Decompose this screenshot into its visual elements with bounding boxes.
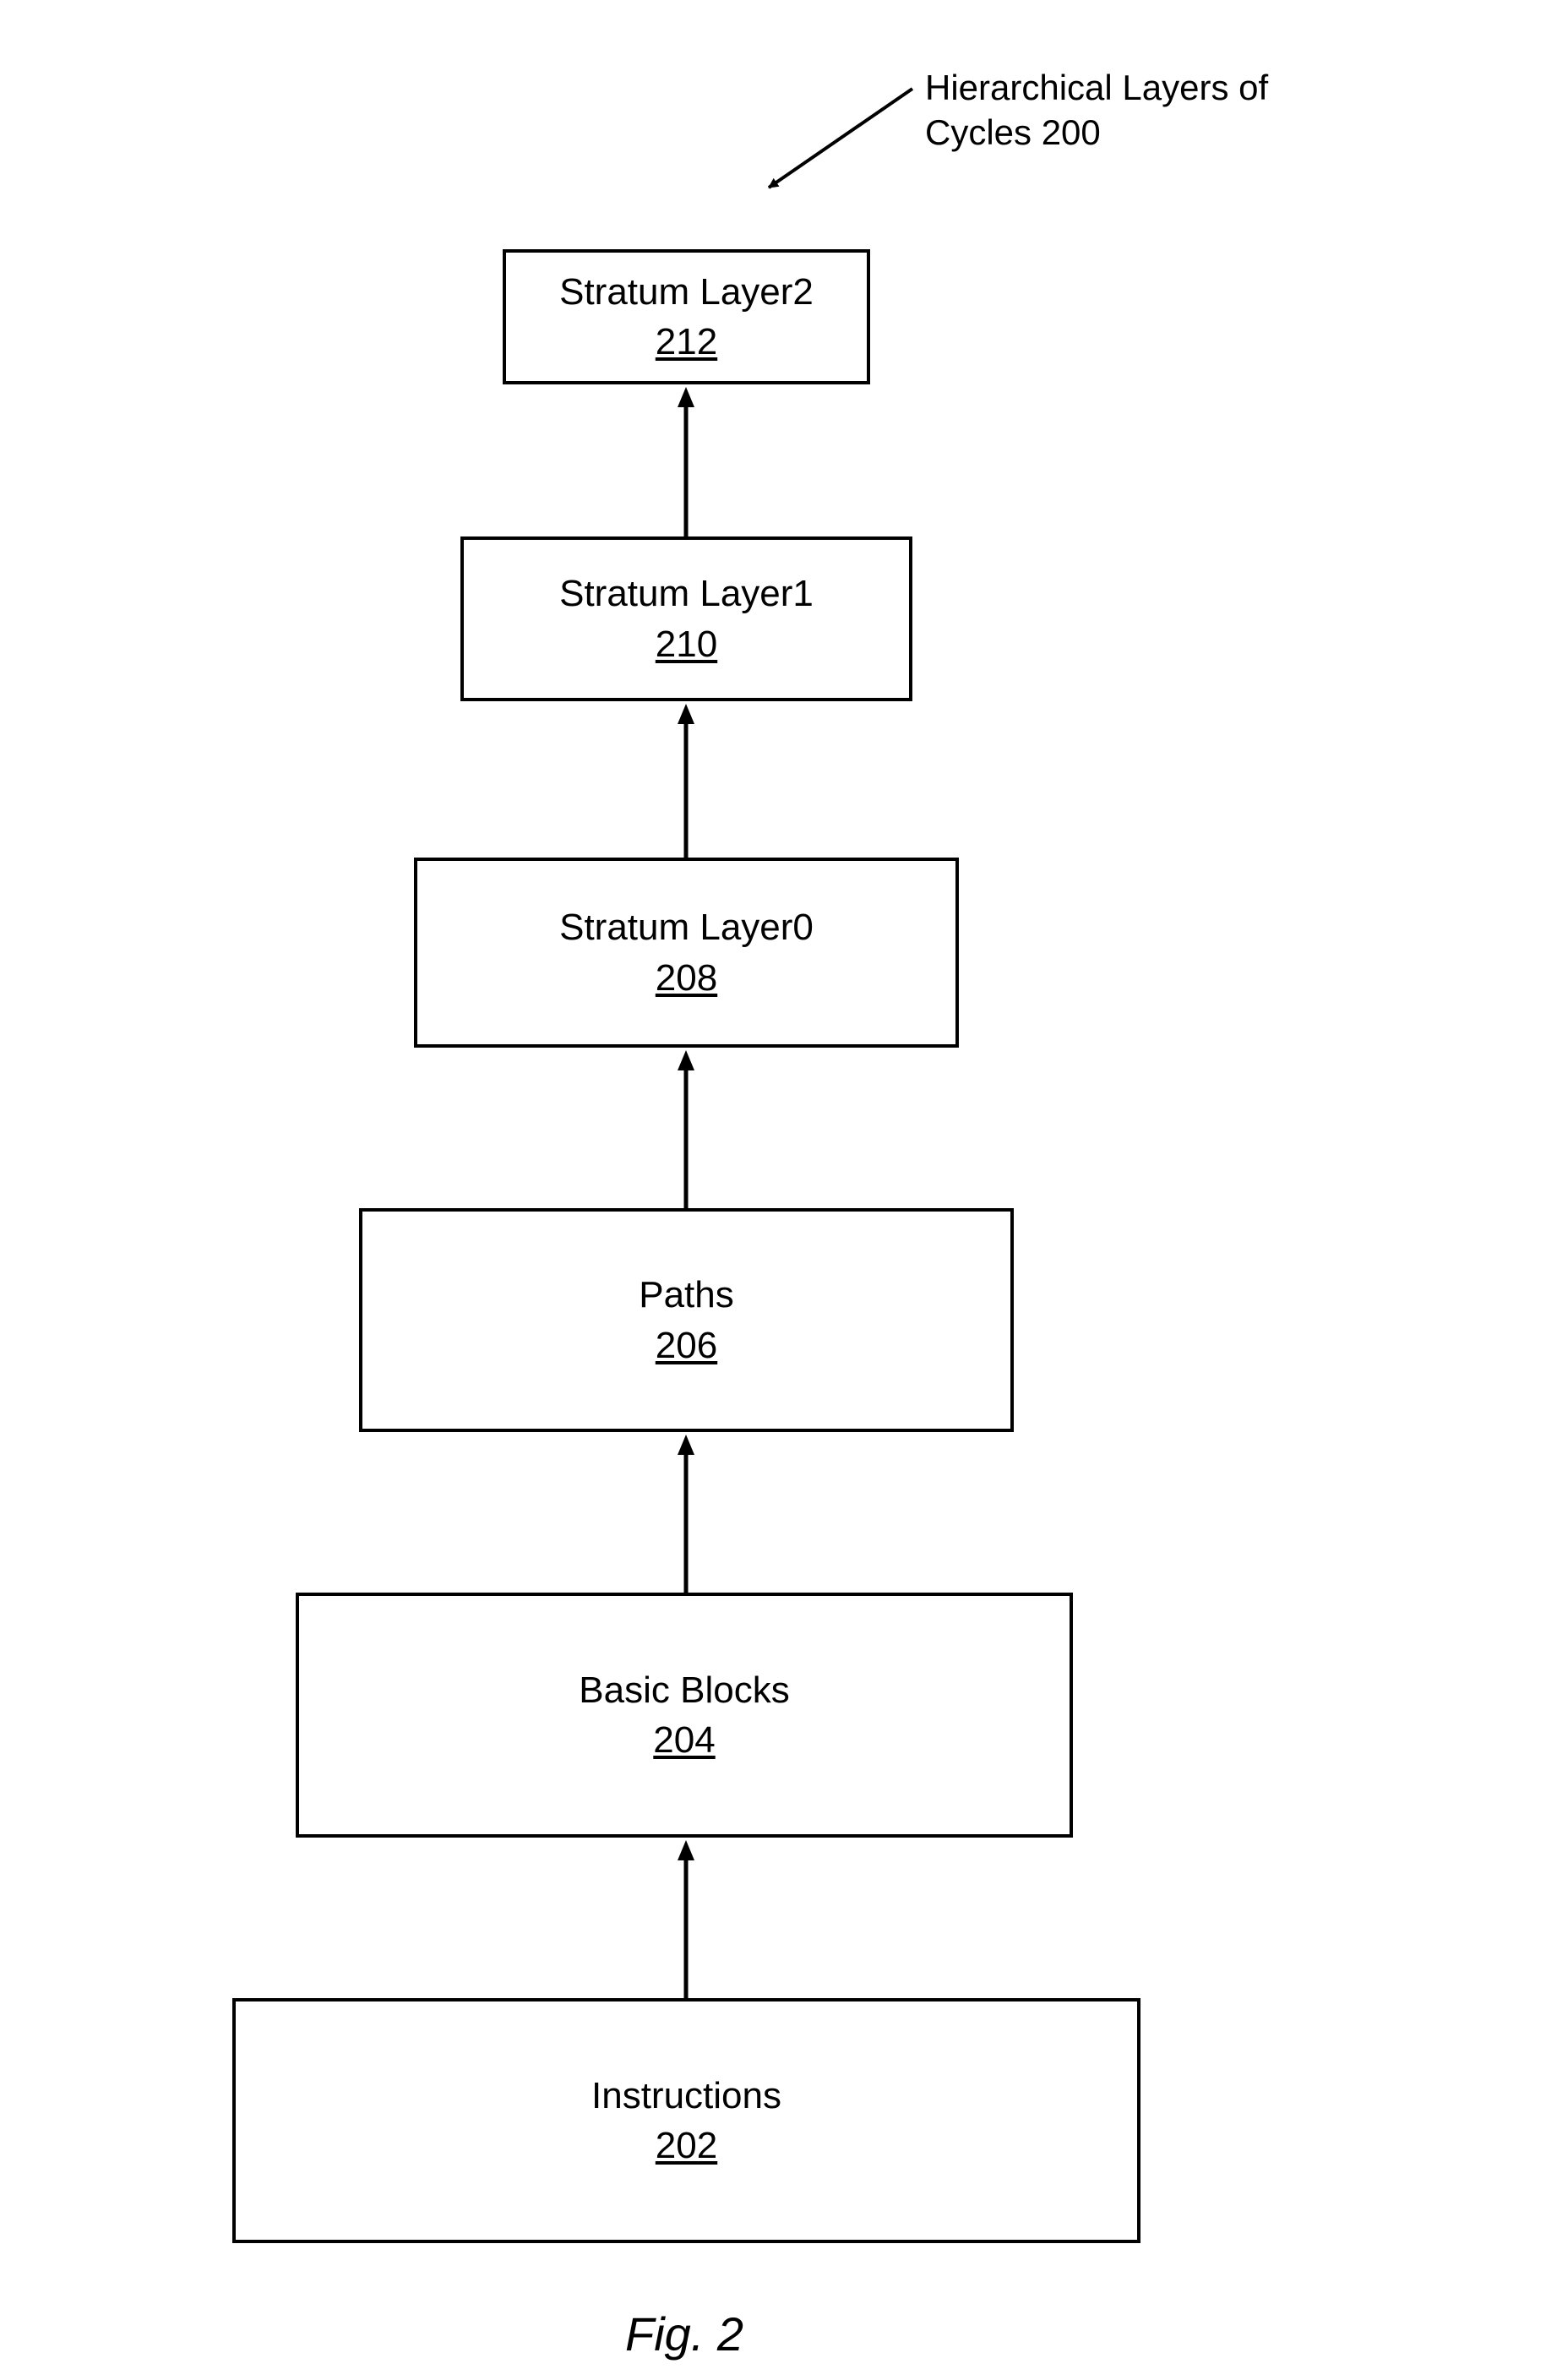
figure-caption: Fig. 2 (625, 2306, 743, 2361)
box-title-instr: Instructions (591, 2071, 781, 2121)
box-instructions: Instructions 202 (232, 1998, 1140, 2243)
box-ref-instr: 202 (656, 2121, 717, 2170)
